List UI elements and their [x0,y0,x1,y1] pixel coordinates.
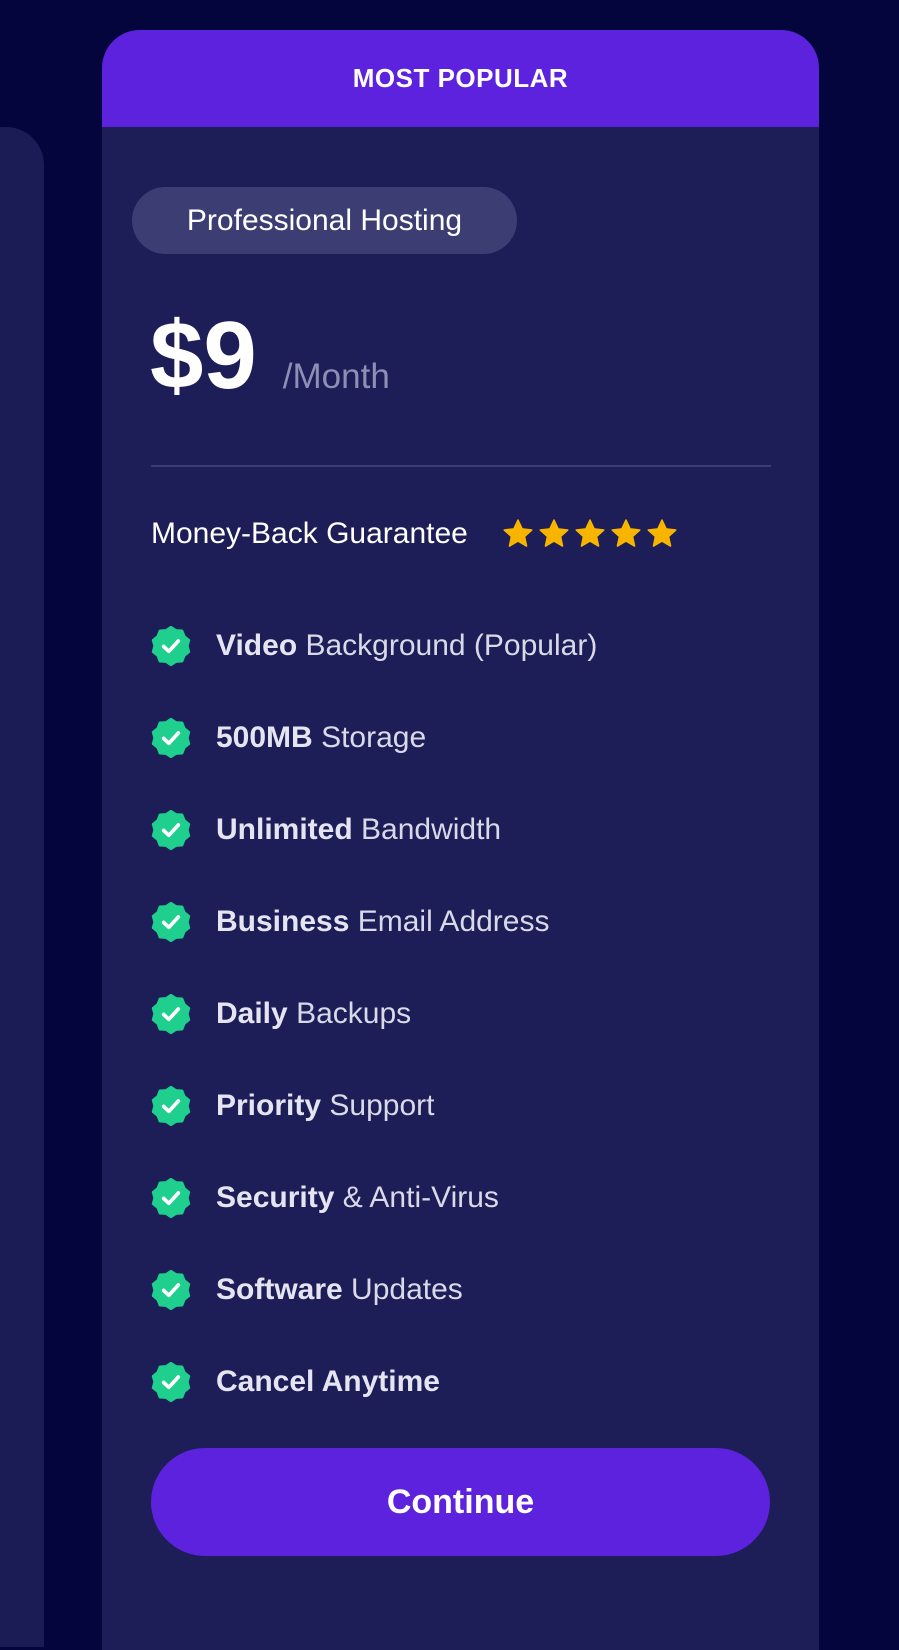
feature-highlight: Unlimited [216,813,353,846]
feature-detail: Support [329,1089,435,1122]
feature-highlight: Daily [216,997,288,1030]
feature-detail: Storage [321,721,427,754]
check-badge-icon [151,625,191,667]
check-badge-icon-graphic [151,1085,191,1127]
feature-text: Business Email Address [216,905,549,939]
check-badge-icon [151,1177,191,1219]
feature-highlight: 500MB [216,721,313,754]
feature-item: Security & Anti-Virus [151,1152,597,1244]
adjacent-pricing-card [0,127,44,1647]
check-badge-icon [151,809,191,851]
feature-highlight: Video [216,629,298,662]
star-icon [539,519,569,547]
feature-detail: Backups [296,997,412,1030]
feature-item: 500MB Storage [151,692,597,784]
feature-detail: Email Address [357,905,550,938]
check-badge-icon [151,901,191,943]
pricing-card: MOST POPULAR Professional Hosting $9 /Mo… [102,30,819,1650]
feature-detail: Bandwidth [361,813,502,846]
check-badge-icon-graphic [151,993,191,1035]
price-amount: $9 [150,302,257,409]
check-badge-icon-graphic [151,1269,191,1311]
check-badge-icon [151,717,191,759]
feature-text: Unlimited Bandwidth [216,813,501,847]
feature-item: Priority Support [151,1060,597,1152]
feature-list: Video Background (Popular) 500MB Storage… [151,600,597,1428]
feature-highlight: Business [216,905,350,938]
star-icon [647,519,677,547]
feature-text: Video Background (Popular) [216,629,597,663]
feature-item: Video Background (Popular) [151,600,597,692]
guarantee-row: Money-Back Guarantee [151,510,682,558]
check-badge-icon-graphic [151,1361,191,1403]
divider [151,465,771,467]
check-badge-icon-graphic [151,901,191,943]
feature-item: Daily Backups [151,968,597,1060]
most-popular-banner: MOST POPULAR [102,30,819,127]
feature-detail: Background (Popular) [305,629,598,662]
feature-highlight: Cancel Anytime [216,1365,440,1398]
feature-detail: Updates [351,1273,463,1306]
feature-highlight: Software [216,1273,343,1306]
feature-item: Software Updates [151,1244,597,1336]
star-icon [611,519,641,547]
check-badge-icon-graphic [151,1177,191,1219]
check-badge-icon [151,993,191,1035]
feature-text: Security & Anti-Virus [216,1181,499,1215]
check-badge-icon [151,1361,191,1403]
feature-highlight: Priority [216,1089,322,1122]
price-row: $9 /Month [150,308,390,404]
feature-highlight: Security [216,1181,335,1214]
check-badge-icon [151,1085,191,1127]
feature-text: Software Updates [216,1273,463,1307]
star-icon [503,519,533,547]
check-badge-icon-graphic [151,809,191,851]
guarantee-label: Money-Back Guarantee [151,517,468,550]
feature-item: Unlimited Bandwidth [151,784,597,876]
feature-text: 500MB Storage [216,721,426,755]
continue-button[interactable]: Continue [151,1448,770,1556]
feature-text: Daily Backups [216,997,411,1031]
check-badge-icon [151,1269,191,1311]
feature-item: Business Email Address [151,876,597,968]
check-badge-icon-graphic [151,717,191,759]
feature-detail: & Anti-Virus [342,1181,499,1214]
star-rating [502,518,682,550]
feature-item: Cancel Anytime [151,1336,597,1428]
price-period: /Month [282,357,390,396]
feature-text: Priority Support [216,1089,434,1123]
plan-name-badge: Professional Hosting [132,187,517,254]
feature-text: Cancel Anytime [216,1365,440,1399]
star-icon [575,519,605,547]
check-badge-icon-graphic [151,625,191,667]
